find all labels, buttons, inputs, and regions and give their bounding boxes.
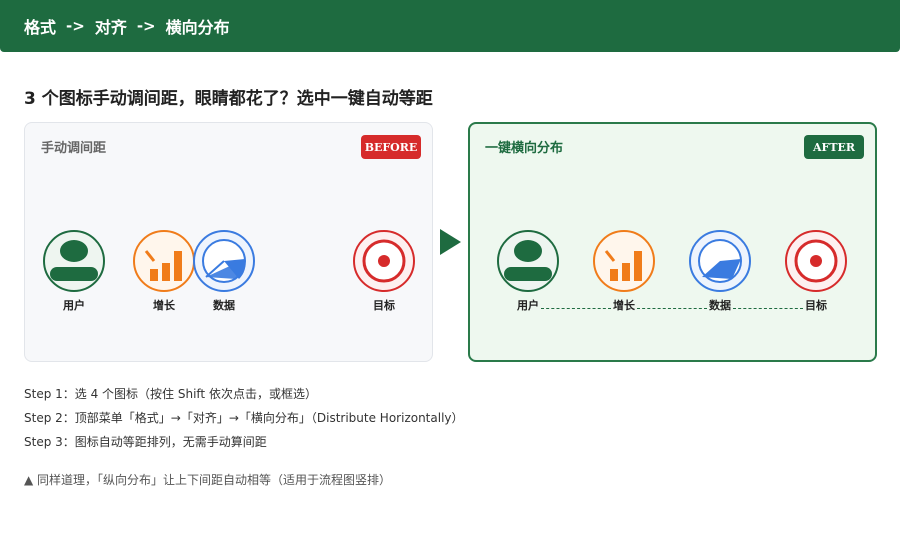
breadcrumb-format[interactable]: 格式 bbox=[24, 14, 56, 38]
target-icon[interactable] bbox=[784, 229, 848, 293]
target-icon[interactable] bbox=[352, 229, 416, 293]
growth-chart-icon[interactable] bbox=[592, 229, 656, 293]
spacing-guide bbox=[541, 308, 611, 309]
icon-label-growth: 增长 bbox=[153, 299, 175, 312]
icon-label-target: 目标 bbox=[373, 299, 395, 312]
breadcrumb-distribute-horizontally[interactable]: 横向分布 bbox=[166, 14, 230, 38]
icon-label-growth: 增长 bbox=[613, 299, 635, 312]
transition-arrow-icon bbox=[440, 229, 461, 255]
before-panel-title: 手动调间距 bbox=[41, 141, 107, 156]
header-bar: 格式 -> 对齐 -> 横向分布 bbox=[0, 0, 900, 52]
pie-data-icon[interactable] bbox=[192, 229, 256, 293]
growth-chart-icon[interactable] bbox=[132, 229, 196, 293]
spacing-guide bbox=[733, 308, 803, 309]
before-badge: BEFORE bbox=[361, 135, 421, 159]
step-3: Step 3：图标自动等距排列，无需手动算间距 bbox=[24, 435, 267, 449]
icon-label-data: 数据 bbox=[709, 299, 731, 312]
step-1: Step 1：选 4 个图标（按住 Shift 依次点击，或框选） bbox=[24, 387, 317, 401]
after-panel-title: 一键横向分布 bbox=[485, 141, 564, 156]
user-icon[interactable] bbox=[496, 229, 560, 293]
pie-data-icon[interactable] bbox=[688, 229, 752, 293]
icon-label-user: 用户 bbox=[517, 299, 539, 312]
steps-list: Step 1：选 4 个图标（按住 Shift 依次点击，或框选） Step 2… bbox=[24, 386, 464, 458]
icon-label-user: 用户 bbox=[63, 299, 85, 312]
after-badge: AFTER bbox=[804, 135, 864, 159]
icon-label-target: 目标 bbox=[805, 299, 827, 312]
breadcrumb-separator: -> bbox=[136, 17, 156, 35]
headline: 3 个图标手动调间距，眼睛都花了？选中一键自动等距 bbox=[24, 89, 433, 109]
tip-note: ▲ 同样道理，「纵向分布」让上下间距自动相等（适用于流程图竖排） bbox=[24, 473, 392, 487]
user-icon[interactable] bbox=[42, 229, 106, 293]
breadcrumb-separator: -> bbox=[66, 17, 85, 35]
icon-label-data: 数据 bbox=[213, 299, 235, 312]
step-2: Step 2：顶部菜单「格式」→「对齐」→「横向分布」（Distribute H… bbox=[24, 411, 464, 425]
breadcrumb-align[interactable]: 对齐 bbox=[95, 14, 127, 38]
spacing-guide bbox=[637, 308, 707, 309]
